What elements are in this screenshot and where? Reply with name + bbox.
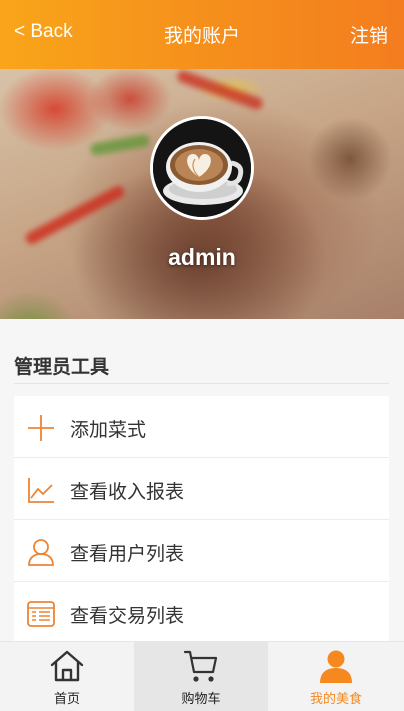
tab-label: 我的美食	[309, 692, 362, 707]
list-table-icon	[27, 601, 55, 627]
list-item-label: 添加菜式	[70, 419, 147, 441]
cart-icon	[183, 650, 218, 682]
top-header: < Back 我的账户 注销	[0, 0, 404, 69]
banner-decoration	[23, 183, 127, 247]
username: admin	[168, 244, 236, 270]
plus-icon	[28, 415, 54, 441]
profile-icon	[320, 650, 352, 683]
add-dish-item[interactable]: 添加菜式	[14, 396, 389, 458]
line-chart-icon	[28, 478, 54, 503]
logout-button[interactable]: 注销	[350, 21, 388, 48]
banner-decoration	[175, 69, 265, 112]
tab-label: 购物车	[181, 692, 221, 707]
banner-decoration	[89, 133, 151, 157]
section-divider	[14, 383, 389, 384]
avatar[interactable]	[150, 116, 254, 220]
user-icon	[28, 539, 54, 566]
list-item-label: 查看用户列表	[70, 543, 185, 565]
admin-tools-list: 添加菜式 查看收入报表 查看用户列表 查看交易列表	[14, 396, 389, 644]
profile-banner: admin	[0, 69, 404, 319]
home-icon	[50, 650, 84, 682]
list-item-label: 查看收入报表	[70, 481, 185, 503]
page-title: 我的账户	[163, 25, 240, 47]
list-item-label: 查看交易列表	[70, 605, 185, 627]
coffee-cup-icon	[153, 119, 251, 217]
tab-cart[interactable]: 购物车	[134, 642, 268, 711]
user-list-item[interactable]: 查看用户列表	[14, 520, 389, 582]
income-report-item[interactable]: 查看收入报表	[14, 458, 389, 520]
admin-tools-heading: 管理员工具	[14, 356, 110, 378]
tab-my-food[interactable]: 我的美食	[268, 642, 404, 711]
transaction-list-item[interactable]: 查看交易列表	[14, 582, 389, 644]
tab-home[interactable]: 首页	[0, 642, 134, 711]
tab-label: 首页	[53, 692, 80, 707]
bottom-tab-bar: 首页 购物车 我的美食	[0, 641, 404, 711]
